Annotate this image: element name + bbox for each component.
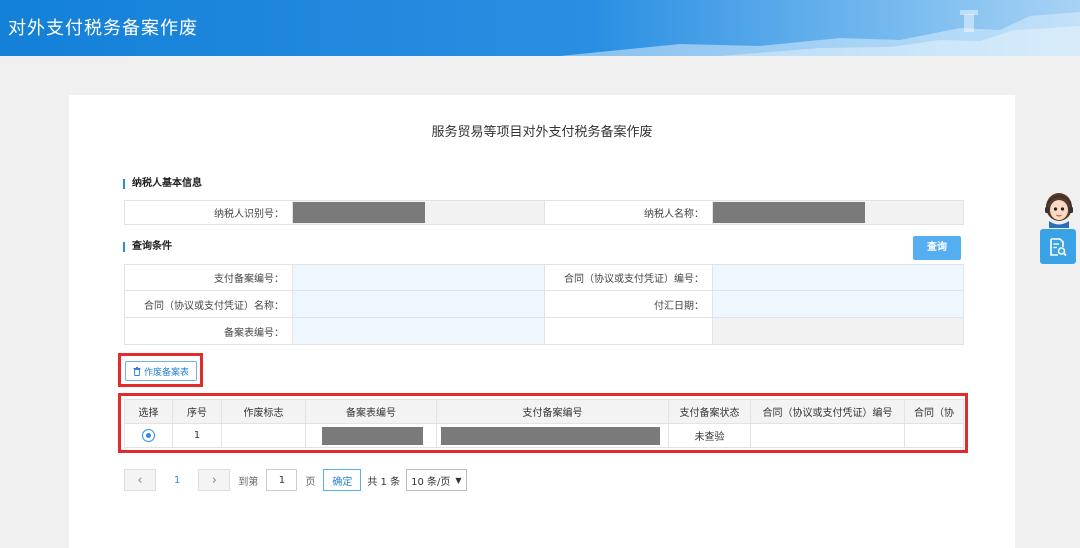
current-page-number[interactable]: 1 — [174, 475, 180, 486]
form-no-label: 备案表编号： — [125, 318, 293, 345]
query-button[interactable]: 查询 — [913, 236, 961, 260]
chevron-left-icon: ‹ — [137, 472, 143, 488]
empty-cell — [713, 318, 964, 345]
goto-prefix: 到第 — [238, 476, 259, 488]
remit-date-label: 付汇日期： — [545, 291, 713, 318]
column-header-select: 选择 — [124, 399, 173, 424]
void-form-button[interactable]: 作废备案表 — [125, 361, 197, 381]
results-table: 选择 序号 作废标志 备案表编号 支付备案编号 支付备案状态 合同（协议或支付凭… — [124, 399, 964, 448]
column-header-form-no: 备案表编号 — [305, 399, 437, 424]
row-payment-status: 未查验 — [668, 423, 751, 448]
taxpayer-id-label: 纳税人识别号： — [125, 201, 293, 225]
total-count: 共 1 条 — [367, 476, 401, 488]
column-header-payment-no: 支付备案编号 — [436, 399, 669, 424]
redacted-block — [441, 427, 660, 445]
payment-no-input[interactable] — [293, 265, 545, 291]
empty-cell — [545, 318, 713, 345]
row-contract-no — [750, 423, 905, 448]
page-size-value: 10 条/页 — [411, 476, 451, 488]
search-document-tool-button[interactable] — [1040, 229, 1076, 264]
redacted-block — [322, 427, 423, 445]
row-payment-no — [436, 423, 669, 448]
pagination: ‹ 1 › 到第 1 页 确定 共 1 条 10 条/页 ▼ — [124, 469, 467, 491]
row-index: 1 — [172, 423, 222, 448]
contract-no-input[interactable] — [713, 265, 964, 291]
goto-page-input[interactable]: 1 — [266, 469, 298, 491]
row-select-cell — [124, 423, 173, 448]
query-row-2: 合同（协议或支付凭证）名称： 付汇日期： — [124, 291, 964, 318]
trash-icon — [133, 366, 141, 376]
app-title: 对外支付税务备案作废 — [8, 18, 198, 39]
contract-name-input[interactable] — [293, 291, 545, 318]
goto-confirm-button[interactable]: 确定 — [323, 469, 362, 491]
row-void-flag — [221, 423, 306, 448]
column-header-void-flag: 作废标志 — [221, 399, 306, 424]
row-form-no — [305, 423, 437, 448]
form-no-input[interactable] — [293, 318, 545, 345]
query-row-3: 备案表编号： — [124, 318, 964, 345]
page-size-select[interactable]: 10 条/页 ▼ — [406, 469, 467, 491]
table-row[interactable]: 1 未查验 — [124, 423, 964, 448]
column-header-index: 序号 — [172, 399, 222, 424]
taxpayer-id-value — [293, 201, 545, 225]
contract-name-label: 合同（协议或支付凭证）名称： — [125, 291, 293, 318]
taxpayer-name-label: 纳税人名称： — [545, 201, 713, 225]
row-contract-truncated — [904, 423, 964, 448]
row-select-radio[interactable] — [142, 429, 155, 442]
contract-no-label: 合同（协议或支付凭证）编号： — [545, 265, 713, 291]
taxpayer-info-row: 纳税人识别号： 纳税人名称： — [124, 200, 964, 225]
remit-date-input[interactable] — [713, 291, 964, 318]
table-header-row: 选择 序号 作废标志 备案表编号 支付备案编号 支付备案状态 合同（协议或支付凭… — [124, 399, 964, 424]
app-header: 对外支付税务备案作废 — [0, 0, 1080, 56]
payment-no-label: 支付备案编号： — [125, 265, 293, 291]
goto-suffix: 页 — [305, 476, 316, 488]
void-form-button-label: 作废备案表 — [143, 367, 189, 378]
redacted-block — [293, 202, 425, 223]
redacted-block — [713, 202, 865, 223]
next-page-button[interactable]: › — [198, 469, 231, 491]
query-section-title: 查询条件 — [123, 242, 172, 252]
assistant-avatar-icon[interactable] — [1041, 190, 1077, 228]
column-header-contract-truncated: 合同（协 — [904, 399, 964, 424]
prev-page-button[interactable]: ‹ — [124, 469, 156, 491]
dropdown-arrow-icon: ▼ — [455, 475, 462, 485]
query-row-1: 支付备案编号： 合同（协议或支付凭证）编号： — [124, 264, 964, 291]
page-title: 服务贸易等项目对外支付税务备案作废 — [431, 125, 653, 140]
main-panel: 服务贸易等项目对外支付税务备案作废 纳税人基本信息 纳税人识别号： 纳税人名称：… — [69, 95, 1015, 548]
column-header-contract-no: 合同（协议或支付凭证）编号 — [750, 399, 905, 424]
document-search-icon — [1050, 237, 1067, 256]
great-wall-banner-image — [560, 10, 1080, 56]
taxpayer-section-title: 纳税人基本信息 — [123, 179, 202, 189]
taxpayer-name-value — [713, 201, 964, 225]
column-header-payment-status: 支付备案状态 — [668, 399, 751, 424]
chevron-right-icon: › — [211, 472, 217, 488]
